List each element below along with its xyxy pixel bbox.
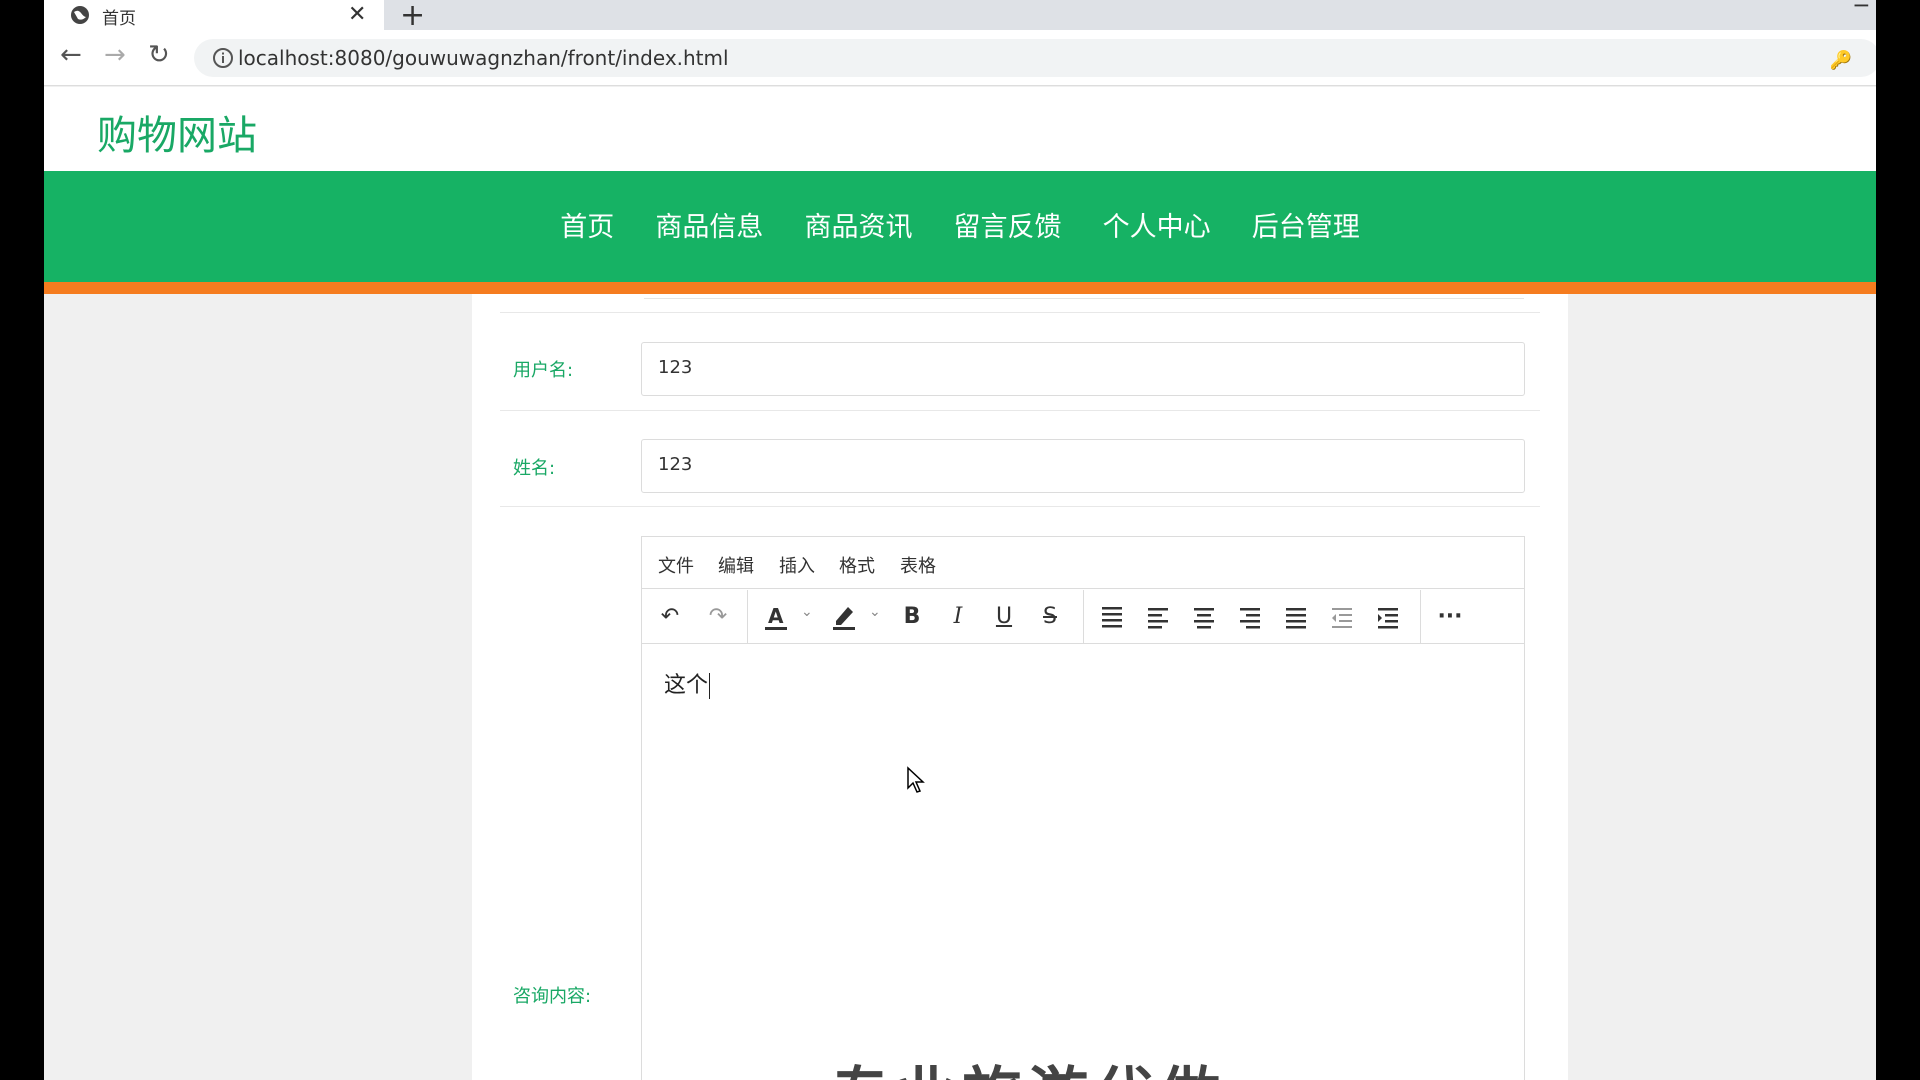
tab-bar: 首页 ✕ + ─ [44,0,1876,33]
align-left-icon[interactable] [1140,599,1176,635]
nav-item-news[interactable]: 商品资讯 [804,205,912,244]
editor-text: 这个 [664,673,709,698]
menu-insert[interactable]: 插入 [779,552,815,578]
address-bar[interactable]: localhost:8080/gouwuwagnzhan/front/index… [194,39,1876,77]
svg-text:A: A [768,604,784,628]
accent-bar [44,282,1876,294]
divider [644,298,1524,299]
menu-edit[interactable]: 编辑 [718,552,754,578]
forward-button[interactable]: → [104,40,126,70]
divider [500,506,1540,507]
nav-item-home[interactable]: 首页 [560,205,614,244]
undo-icon[interactable]: ↶ [652,599,688,635]
browser-tab[interactable]: 首页 ✕ [44,0,384,30]
form-panel: 用户名: 123 姓名: 123 咨询内容: 文件 编辑 插入 格式 表格 ↶ … [472,294,1568,1080]
editor-content[interactable]: 这个 [664,667,711,699]
reload-button[interactable]: ↻ [148,40,170,70]
mouse-cursor-icon [907,766,925,793]
username-label: 用户名: [513,360,574,381]
chevron-down-icon[interactable]: ⌄ [801,604,813,620]
underline-icon[interactable]: U [986,599,1022,635]
menu-table[interactable]: 表格 [900,552,936,578]
browser-window: 首页 ✕ + ─ ← → ↻ localhost:8080/gouwuwagnz… [44,0,1876,1080]
tab-title: 首页 [102,9,136,29]
name-label: 姓名: [513,458,556,479]
align-justify-icon[interactable] [1278,599,1314,635]
strikethrough-icon[interactable]: S [1032,599,1068,635]
align-center-icon[interactable] [1186,599,1222,635]
back-button[interactable]: ← [60,40,82,70]
align-right-icon[interactable] [1232,599,1268,635]
bold-icon[interactable]: B [894,599,930,635]
redo-icon[interactable]: ↷ [700,599,736,635]
partial-image-text: 专业旅游代做 [830,1047,1226,1080]
main-nav: 首页 商品信息 商品资讯 留言反馈 个人中心 后台管理 [44,171,1876,282]
nav-item-profile[interactable]: 个人中心 [1103,205,1211,244]
close-icon[interactable]: ✕ [348,2,366,27]
text-caret [709,673,711,699]
name-input[interactable]: 123 [641,439,1525,493]
outdent-icon[interactable] [1324,599,1360,635]
editor-toolbar: ↶ ↷ A ⌄ ⌄ B I U S ··· [642,590,1524,644]
toolbar-separator [747,590,748,644]
text-color-icon[interactable]: A [758,599,794,635]
browser-toolbar: ← → ↻ localhost:8080/gouwuwagnzhan/front… [44,30,1876,86]
more-icon[interactable]: ··· [1432,599,1468,635]
globe-icon [71,6,89,24]
minimize-button[interactable]: ─ [1855,0,1868,19]
username-input[interactable]: 123 [641,342,1525,396]
nav-item-admin[interactable]: 后台管理 [1252,205,1360,244]
new-tab-button[interactable]: + [400,0,425,33]
toolbar-separator [1420,590,1421,644]
divider [500,410,1540,411]
info-icon[interactable] [212,47,234,69]
line-height-icon[interactable] [1094,599,1130,635]
indent-icon[interactable] [1370,599,1406,635]
site-logo[interactable]: 购物网站 [97,103,257,161]
content-label: 咨询内容: [513,986,592,1007]
menu-file[interactable]: 文件 [658,552,694,578]
menu-format[interactable]: 格式 [839,552,875,578]
key-icon[interactable]: 🔑 [1830,50,1852,71]
toolbar-separator [1083,590,1084,644]
chevron-down-icon[interactable]: ⌄ [869,604,881,620]
divider [500,312,1540,313]
rich-text-editor: 文件 编辑 插入 格式 表格 ↶ ↷ A ⌄ ⌄ B I U S ··· 这个 [641,536,1525,1080]
url-text[interactable]: localhost:8080/gouwuwagnzhan/front/index… [238,46,729,70]
highlight-icon[interactable] [826,599,862,635]
nav-item-feedback[interactable]: 留言反馈 [954,205,1062,244]
nav-item-products[interactable]: 商品信息 [655,205,763,244]
editor-menubar: 文件 编辑 插入 格式 表格 [642,537,1524,589]
italic-icon[interactable]: I [940,599,976,635]
site-header: 购物网站 [44,87,1876,171]
